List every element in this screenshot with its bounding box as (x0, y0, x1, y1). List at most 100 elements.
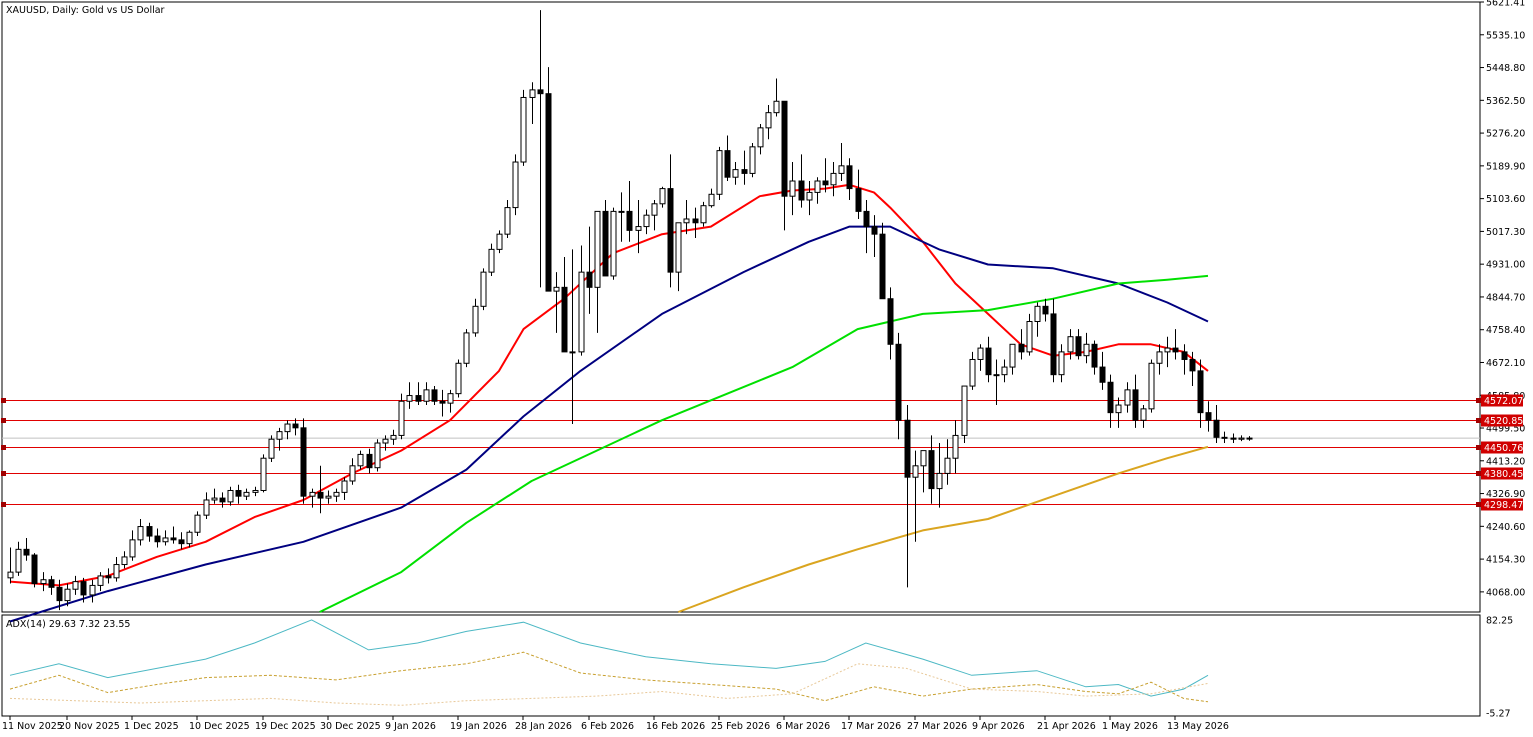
candle-12 (105, 568, 112, 584)
level-label-1: 4520.85 (1484, 416, 1523, 427)
bear-candle-body (1172, 347, 1179, 353)
bull-candle-body (211, 497, 218, 501)
bull-candle-body (977, 347, 984, 360)
bear-candle-body (1132, 389, 1139, 421)
bear-candle-body (146, 526, 153, 537)
bull-candle-body (1034, 305, 1041, 323)
bear-candle-body (1075, 336, 1082, 357)
price-tick-label: 5276.20 (1486, 129, 1525, 140)
bull-candle-body (936, 472, 943, 490)
candle-107 (879, 222, 886, 300)
bear-candle-body (317, 491, 324, 499)
candle-5 (48, 575, 55, 595)
candle-115 (944, 439, 951, 485)
time-tick-label: 9 Jan 2026 (385, 721, 436, 732)
candle-98 (806, 181, 813, 216)
candle-4 (40, 572, 47, 592)
bull-candle-body (520, 96, 527, 163)
bull-candle-body (406, 395, 413, 402)
moving-average-lines (9, 183, 1209, 623)
candle-34 (284, 420, 291, 440)
candle-101 (830, 162, 837, 197)
candle-52 (431, 386, 438, 406)
candle-16 (137, 518, 144, 546)
bull-candle-body (757, 127, 764, 148)
candle-42 (349, 458, 356, 485)
bull-candle-body (284, 423, 291, 433)
bull-candle-body (529, 89, 536, 98)
time-tick-label: 6 Feb 2026 (581, 721, 634, 732)
main-panel-frame (1, 1, 1481, 613)
candle-135 (1107, 374, 1114, 428)
bear-candle-body (626, 210, 633, 231)
candle-70 (578, 245, 585, 356)
bear-candle-body (300, 427, 307, 497)
bull-candle-body (1026, 321, 1033, 353)
candle-102 (838, 143, 845, 182)
candle-148 (1213, 405, 1220, 444)
candle-85 (700, 201, 707, 227)
bull-candle-body (944, 457, 951, 474)
candle-134 (1099, 351, 1106, 390)
price-tick-label: 5621.41 (1486, 0, 1525, 9)
candle-121 (993, 359, 1000, 406)
time-tick-label: 30 Dec 2025 (320, 721, 381, 732)
candle-118 (969, 351, 976, 390)
price-tick-label: 4413.20 (1486, 456, 1525, 467)
level-marker-0 (1, 398, 6, 403)
bull-candle-body (162, 537, 169, 543)
candle-139 (1140, 405, 1147, 428)
bear-candle-body (292, 423, 299, 429)
bear-candle-body (904, 419, 911, 478)
candle-50 (415, 382, 422, 406)
candle-56 (463, 329, 470, 368)
ma-line-1 (9, 225, 1209, 623)
bull-candle-body (64, 588, 71, 602)
candle-78 (643, 209, 650, 235)
time-tick-label: 17 Mar 2026 (841, 721, 901, 732)
indicator-tick-label: 82.25 (1486, 616, 1513, 627)
bull-candle-body (1009, 343, 1016, 368)
candle-122 (1001, 359, 1008, 383)
candle-44 (366, 448, 373, 474)
bear-candle-body (31, 554, 38, 585)
candle-147 (1205, 401, 1212, 432)
bull-candle-body (814, 180, 821, 193)
bull-candle-body (1083, 343, 1090, 357)
candle-25 (211, 488, 218, 504)
bull-candle-body (1001, 366, 1008, 376)
minus-di-line (9, 663, 1209, 706)
candle-17 (146, 522, 153, 542)
time-tick-label: 21 Apr 2026 (1037, 721, 1096, 732)
bull-candle-body (594, 210, 601, 288)
bull-candle-body (97, 575, 104, 586)
bear-candle-body (56, 586, 63, 602)
candle-29 (243, 488, 250, 500)
time-tick-label: 19 Dec 2025 (255, 721, 316, 732)
bull-candle-body (309, 491, 316, 497)
level-marker-right-2 (1476, 445, 1481, 450)
bull-candle-body (243, 491, 250, 497)
candle-77 (635, 199, 642, 254)
candle-119 (977, 344, 984, 371)
price-tick-label: 5017.30 (1486, 227, 1525, 238)
candle-30 (252, 486, 259, 497)
bull-candle-body (137, 526, 144, 541)
bear-candle-body (235, 489, 242, 497)
bull-candle-body (659, 188, 666, 205)
candlesticks (7, 10, 1253, 611)
bull-candle-body (72, 581, 79, 590)
bull-candle-body (920, 450, 927, 467)
candle-59 (488, 243, 495, 276)
bear-candle-body (23, 548, 30, 556)
time-tick-label: 6 Mar 2026 (776, 721, 830, 732)
bull-candle-body (496, 233, 503, 250)
candle-97 (798, 154, 805, 208)
bull-candle-body (1058, 351, 1065, 376)
bear-candle-body (741, 169, 748, 174)
candle-123 (1009, 343, 1016, 375)
candle-31 (260, 454, 267, 493)
time-tick-label: 9 Apr 2026 (972, 721, 1025, 732)
bull-candle-body (700, 205, 707, 224)
level-label-2: 4450.76 (1484, 443, 1523, 454)
